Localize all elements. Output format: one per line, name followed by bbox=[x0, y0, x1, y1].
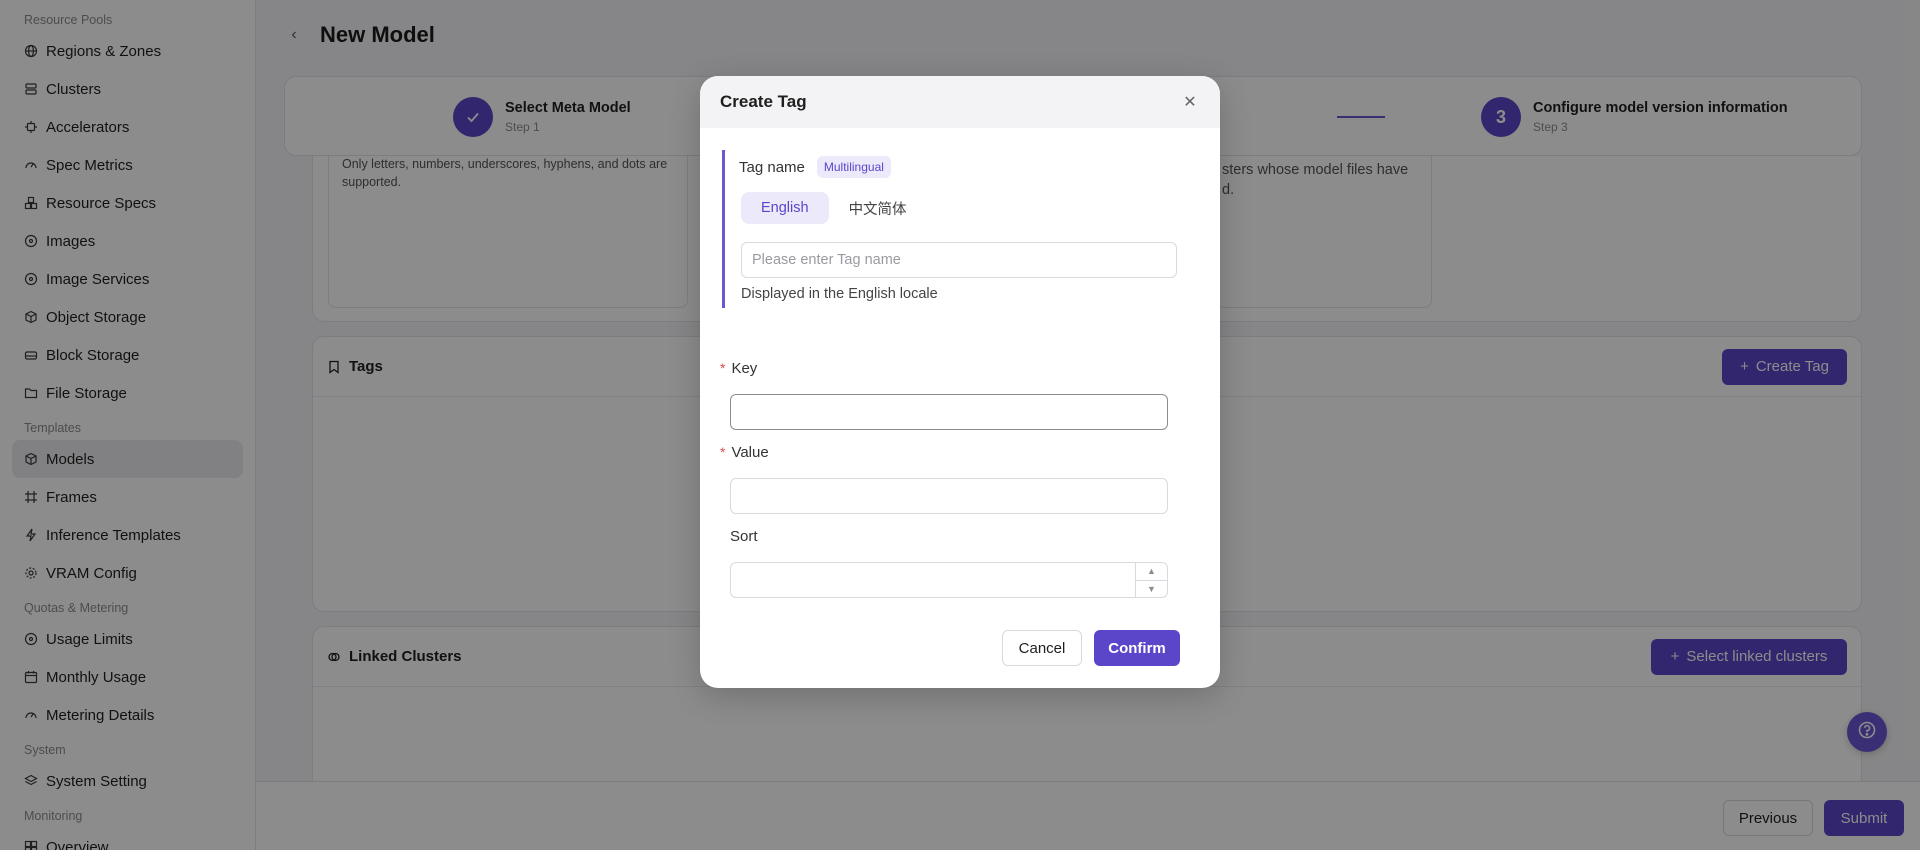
create-tag-dialog: Create Tag ✕ Tag name Multilingual Engli… bbox=[700, 76, 1220, 688]
dialog-footer: Cancel Confirm bbox=[1002, 630, 1180, 666]
value-input[interactable] bbox=[730, 478, 1168, 514]
chevron-down-icon[interactable]: ▼ bbox=[1136, 581, 1167, 598]
sort-label: Sort bbox=[730, 527, 758, 545]
sort-input[interactable] bbox=[731, 563, 1131, 597]
close-icon[interactable]: ✕ bbox=[1180, 92, 1200, 112]
dialog-title: Create Tag bbox=[720, 92, 807, 111]
key-label: * Key bbox=[720, 356, 1170, 380]
confirm-button[interactable]: Confirm bbox=[1094, 630, 1180, 666]
sort-number-input: ▲ ▼ bbox=[730, 562, 1168, 598]
tag-name-input[interactable] bbox=[741, 242, 1177, 278]
sort-field: Sort ▲ ▼ bbox=[730, 524, 1170, 598]
language-tabs: English 中文简体 bbox=[741, 192, 1192, 224]
value-label-text: Value bbox=[731, 443, 769, 461]
value-field: * Value bbox=[720, 440, 1170, 514]
key-field: * Key bbox=[720, 356, 1170, 430]
tag-name-multilingual: Tag name Multilingual English 中文简体 Displ… bbox=[722, 150, 1192, 308]
required-marker: * bbox=[720, 360, 726, 376]
tag-name-label: Tag name bbox=[739, 158, 805, 176]
value-label: * Value bbox=[720, 440, 1170, 464]
tab-english[interactable]: English bbox=[741, 192, 829, 224]
multilingual-badge: Multilingual bbox=[816, 156, 891, 178]
tab-chinese-simplified[interactable]: 中文简体 bbox=[829, 192, 927, 224]
key-label-text: Key bbox=[731, 359, 758, 377]
required-marker: * bbox=[720, 444, 726, 460]
dialog-header: Create Tag ✕ bbox=[700, 76, 1220, 128]
tag-name-help: Displayed in the English locale bbox=[741, 286, 938, 302]
key-input[interactable] bbox=[730, 394, 1168, 430]
chevron-up-icon[interactable]: ▲ bbox=[1136, 563, 1167, 581]
cancel-button[interactable]: Cancel bbox=[1002, 630, 1082, 666]
